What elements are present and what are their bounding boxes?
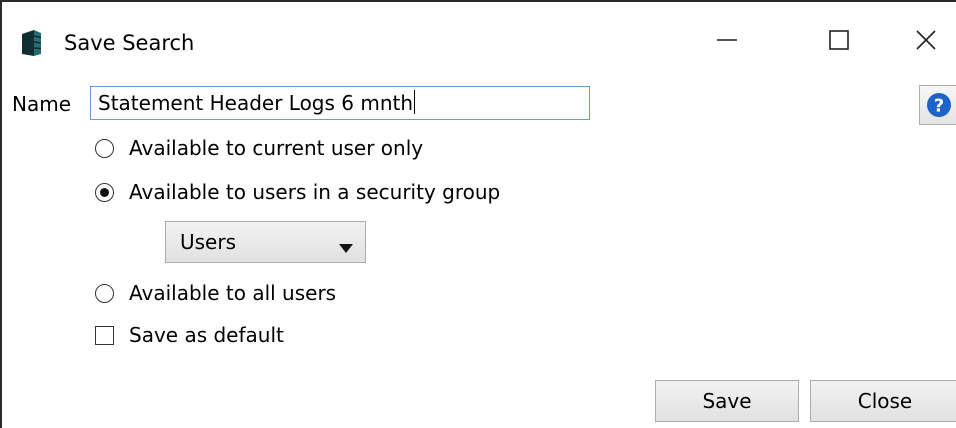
radio-all-users[interactable]: Available to all users bbox=[95, 278, 336, 308]
save-search-dialog: Save Search Name Statement Header Logs 6… bbox=[0, 0, 956, 428]
checkbox-label: Save as default bbox=[129, 323, 284, 347]
minimize-icon bbox=[715, 28, 739, 56]
close-icon bbox=[914, 28, 938, 56]
radio-button[interactable] bbox=[95, 283, 114, 303]
name-input-value: Statement Header Logs 6 mnth bbox=[98, 91, 414, 115]
radio-security-group[interactable]: Available to users in a security group bbox=[95, 177, 500, 207]
text-caret bbox=[414, 90, 416, 114]
save-as-default-checkbox[interactable] bbox=[95, 325, 114, 345]
dialog-title: Save Search bbox=[64, 31, 195, 55]
save-as-default-option[interactable]: Save as default bbox=[95, 320, 284, 350]
database-icon bbox=[19, 28, 45, 58]
radio-label: Available to users in a security group bbox=[129, 180, 501, 204]
minimize-button[interactable] bbox=[698, 20, 756, 64]
save-button[interactable]: Save bbox=[655, 380, 799, 422]
help-icon: ? bbox=[920, 93, 956, 128]
security-group-select[interactable]: Users bbox=[165, 221, 366, 263]
radio-selected-dot bbox=[100, 187, 109, 197]
svg-text:?: ? bbox=[934, 96, 944, 117]
maximize-icon bbox=[827, 28, 851, 56]
radio-label: Available to current user only bbox=[129, 136, 424, 160]
close-window-button[interactable] bbox=[897, 20, 955, 64]
title-bar[interactable]: Save Search bbox=[2, 2, 956, 84]
help-button[interactable]: ? bbox=[919, 85, 956, 125]
radio-button[interactable] bbox=[95, 138, 114, 158]
maximize-button[interactable] bbox=[810, 20, 868, 64]
dropdown-arrow-icon bbox=[339, 238, 353, 257]
name-input[interactable]: Statement Header Logs 6 mnth bbox=[90, 86, 590, 120]
radio-current-user-only[interactable]: Available to current user only bbox=[95, 133, 423, 163]
select-value: Users bbox=[180, 230, 237, 254]
name-label: Name bbox=[12, 92, 72, 116]
radio-label: Available to all users bbox=[129, 281, 337, 305]
radio-button[interactable] bbox=[95, 182, 114, 202]
close-button[interactable]: Close bbox=[810, 380, 956, 422]
